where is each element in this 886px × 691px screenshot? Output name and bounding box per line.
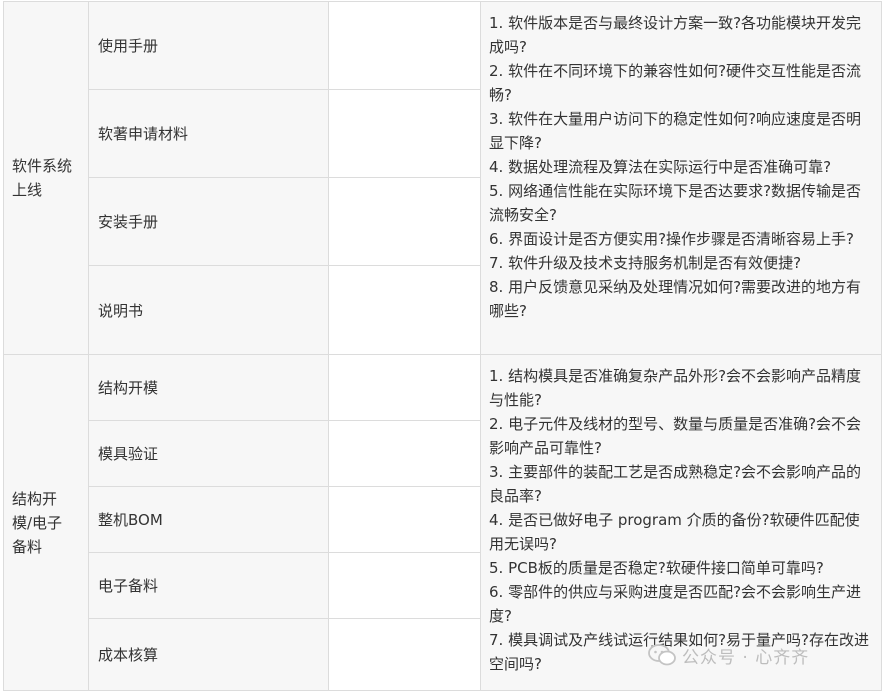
blank-cell xyxy=(328,265,481,355)
question-item: 4. 数据处理流程及算法在实际运行中是否准确可靠? xyxy=(489,158,832,176)
blank-cell xyxy=(328,354,481,421)
item-cell: 软著申请材料 xyxy=(88,89,329,178)
question-item: 2. 软件在不同环境下的兼容性如何?硬件交互性能是否流畅? xyxy=(489,62,862,104)
item-cell: 结构开模 xyxy=(88,354,329,421)
blank-cell xyxy=(328,486,481,553)
category-line: 备料 xyxy=(12,537,43,556)
wechat-icon xyxy=(648,644,676,666)
blank-cell xyxy=(328,552,481,619)
category-line: 模/电子 xyxy=(12,513,63,532)
blank-cell xyxy=(328,618,481,691)
item-label: 模具验证 xyxy=(98,445,159,463)
item-cell: 模具验证 xyxy=(88,420,329,487)
item-label: 软著申请材料 xyxy=(98,125,189,143)
blank-cell xyxy=(328,1,481,90)
question-item: 3. 软件在大量用户访问下的稳定性如何?响应速度是否明显下降? xyxy=(489,110,862,152)
watermark: 公众号 · 心齐齐 xyxy=(648,641,809,669)
category-cell-software: 软件系统 上线 xyxy=(3,1,89,355)
item-cell: 电子备料 xyxy=(88,552,329,619)
item-cell: 成本核算 xyxy=(88,618,329,691)
item-cell: 安装手册 xyxy=(88,177,329,266)
item-label: 使用手册 xyxy=(98,37,159,55)
item-label: 安装手册 xyxy=(98,213,159,231)
blank-cell xyxy=(328,177,481,266)
question-item: 1. 软件版本是否与最终设计方案一致?各功能模块开发完成吗? xyxy=(489,14,862,56)
category-line: 结构开 xyxy=(12,489,58,508)
question-item: 6. 零部件的供应与采购进度是否匹配?会不会影响生产进度? xyxy=(489,583,862,625)
item-cell: 使用手册 xyxy=(88,1,329,90)
review-table: 软件系统 上线 使用手册 软著申请材料 安装手册 说明书 1. 软件版本是否与最… xyxy=(3,1,882,691)
category-line: 软件系统 xyxy=(12,157,73,175)
item-label: 结构开模 xyxy=(98,379,159,397)
question-item: 8. 用户反馈意见采纳及处理情况如何?需要改进的地方有哪些? xyxy=(489,278,862,320)
question-item: 5. PCB板的质量是否稳定?软硬件接口简单可靠吗? xyxy=(489,559,824,577)
item-label: 说明书 xyxy=(98,301,144,320)
questions-cell-software: 1. 软件版本是否与最终设计方案一致?各功能模块开发完成吗? 2. 软件在不同环… xyxy=(480,1,882,355)
category-cell-structure: 结构开 模/电子 备料 xyxy=(3,354,89,691)
item-label: 电子备料 xyxy=(98,577,159,595)
question-item: 7. 软件升级及技术支持服务机制是否有效便捷? xyxy=(489,254,802,272)
question-item: 5. 网络通信性能在实际环境下是否达要求?数据传输是否流畅安全? xyxy=(489,182,862,224)
question-item: 2. 电子元件及线材的型号、数量与质量是否准确?会不会影响产品可靠性? xyxy=(489,415,862,457)
question-item: 3. 主要部件的装配工艺是否成熟稳定?会不会影响产品的良品率? xyxy=(489,463,862,505)
question-item: 1. 结构模具是否准确复杂产品外形?会不会影响产品精度与性能? xyxy=(489,367,862,409)
question-item: 4. 是否已做好电子 program 介质的备份?软硬件匹配使用无误吗? xyxy=(489,511,860,553)
category-line: 上线 xyxy=(12,181,43,199)
blank-cell xyxy=(328,420,481,487)
item-cell: 整机BOM xyxy=(88,486,329,553)
blank-cell xyxy=(328,89,481,178)
item-cell: 说明书 xyxy=(88,265,329,355)
item-label: 整机BOM xyxy=(98,511,163,529)
watermark-text: 公众号 · 心齐齐 xyxy=(682,647,810,668)
question-item: 6. 界面设计是否方便实用?操作步骤是否清晰容易上手? xyxy=(489,230,855,248)
item-label: 成本核算 xyxy=(98,646,159,664)
